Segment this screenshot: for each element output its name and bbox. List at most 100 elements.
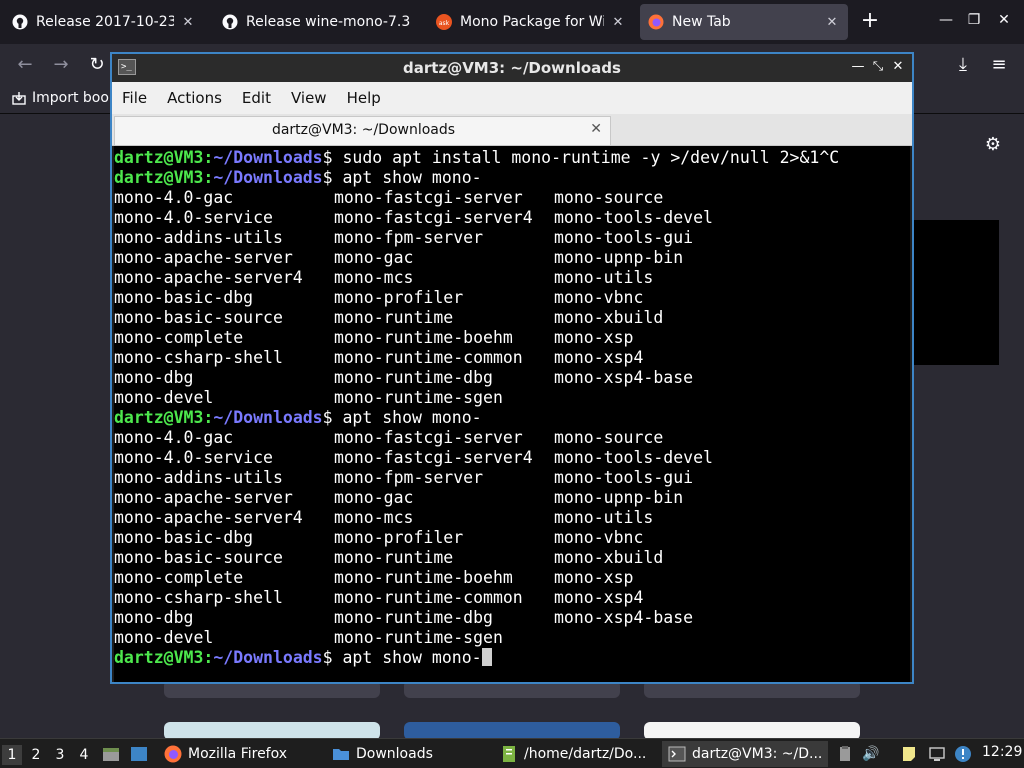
completion-item: mono-runtime xyxy=(334,548,454,567)
completion-item xyxy=(554,388,910,408)
completion-item: mono-utils xyxy=(554,268,654,287)
close-icon[interactable]: ✕ xyxy=(994,12,1014,28)
prompt-user: dartz@VM3: xyxy=(114,168,214,187)
prompt-line: dartz@VM3:~/Downloads$ apt show mono- xyxy=(114,648,910,668)
close-tab-icon[interactable]: ✕ xyxy=(180,15,196,30)
workspace-2[interactable]: 2 xyxy=(26,745,46,765)
tab-title: New Tab xyxy=(672,14,731,30)
completion-item: mono-runtime-dbg xyxy=(334,368,493,387)
completion-row: mono-basic-dbg mono-profiler mono-vbnc xyxy=(114,528,910,548)
completion-item: mono-mcs xyxy=(334,268,414,287)
command-text: apt show mono- xyxy=(332,168,482,187)
forward-icon[interactable]: → xyxy=(50,54,72,76)
menu-icon[interactable]: ≡ xyxy=(988,54,1010,76)
completion-item: mono-basic-source xyxy=(114,308,283,327)
files-launcher-icon[interactable] xyxy=(102,745,120,763)
notes-icon[interactable] xyxy=(900,745,918,763)
minimize-icon[interactable]: — xyxy=(936,12,956,28)
prompt-user: dartz@VM3: xyxy=(114,148,214,167)
completion-item: mono-xsp xyxy=(554,328,634,347)
completion-item: mono-basic-dbg xyxy=(114,528,254,547)
browser-tab-2[interactable]: Release wine-mono-7.3 xyxy=(214,4,424,40)
completion-item: mono-fastcgi-server4 xyxy=(334,448,533,467)
task-downloads[interactable]: Downloads xyxy=(326,741,492,767)
terminal-tab[interactable]: dartz@VM3: ~/Downloads ✕ xyxy=(114,116,611,145)
completion-item: mono-source xyxy=(554,188,664,207)
menu-actions[interactable]: Actions xyxy=(167,89,222,107)
menu-edit[interactable]: Edit xyxy=(242,89,271,107)
close-tab-icon[interactable]: ✕ xyxy=(610,15,626,30)
terminal-titlebar[interactable]: >_ dartz@VM3: ~/Downloads — ⤡ ✕ xyxy=(112,54,912,82)
svg-text:ask: ask xyxy=(439,20,450,27)
completion-item: mono-basic-source xyxy=(114,548,283,567)
completion-item: mono-fpm-server xyxy=(334,228,484,247)
maximize-icon[interactable]: ⤡ xyxy=(870,59,886,74)
completion-row: mono-4.0-service mono-fastcgi-server4 mono… xyxy=(114,208,910,228)
browser-tab-4[interactable]: New Tab ✕ xyxy=(640,4,848,40)
terminal-output[interactable]: dartz@VM3:~/Downloads$ sudo apt install … xyxy=(114,146,910,682)
github-icon xyxy=(12,14,28,30)
prompt-symbol: $ xyxy=(322,408,333,427)
completion-item: mono-profiler xyxy=(334,528,464,547)
browser-tab-3[interactable]: ask Mono Package for Wine ✕ xyxy=(428,4,634,40)
completion-item: mono-tools-gui xyxy=(554,228,694,247)
prompt-user: dartz@VM3: xyxy=(114,408,214,427)
taskbar: 1 2 3 4 Mozilla Firefox Downloads /home/… xyxy=(0,738,1024,768)
browser-tab-strip: Release 2017-10-23 · K ✕ Release wine-mo… xyxy=(0,0,1024,44)
import-bookmarks-button[interactable]: Import book xyxy=(12,90,117,106)
network-icon[interactable] xyxy=(928,745,946,763)
show-desktop-icon[interactable] xyxy=(130,745,148,763)
back-icon[interactable]: ← xyxy=(14,54,36,76)
completion-item: mono-fastcgi-server4 xyxy=(334,208,533,227)
updates-icon[interactable] xyxy=(954,745,972,763)
workspace-3[interactable]: 3 xyxy=(50,745,70,765)
command-text: sudo apt install mono-runtime -y >/dev/n… xyxy=(332,148,840,167)
completion-item: mono-4.0-gac xyxy=(114,188,234,207)
task-terminal[interactable]: dartz@VM3: ~/D... xyxy=(662,741,828,767)
tab-title: Release 2017-10-23 · K xyxy=(36,14,174,30)
clipboard-icon[interactable] xyxy=(836,745,854,763)
close-tab-icon[interactable]: ✕ xyxy=(590,121,602,137)
volume-icon[interactable]: 🔊 xyxy=(862,745,880,763)
prompt-symbol: $ xyxy=(322,168,333,187)
completion-item: mono-4.0-gac xyxy=(114,428,234,447)
downloads-icon[interactable]: ⤓ xyxy=(952,54,974,76)
ask-icon: ask xyxy=(436,14,452,30)
import-bookmarks-label: Import book xyxy=(32,90,118,106)
completion-item: mono-mcs xyxy=(334,508,414,527)
menu-file[interactable]: File xyxy=(122,89,147,107)
task-label: Downloads xyxy=(356,746,433,762)
completion-item: mono-fastcgi-server xyxy=(334,188,523,207)
menu-view[interactable]: View xyxy=(291,89,327,107)
minimize-icon[interactable]: — xyxy=(850,59,866,74)
command-text: apt show mono- xyxy=(332,408,482,427)
new-tab-button[interactable]: + xyxy=(858,10,882,34)
completion-row: mono-apache-server mono-gac mono-upnp-bin xyxy=(114,248,910,268)
workspace-1[interactable]: 1 xyxy=(2,745,22,765)
completion-row: mono-addins-utils mono-fpm-server mono-too… xyxy=(114,468,910,488)
task-text-editor[interactable]: /home/dartz/Do... xyxy=(494,741,660,767)
browser-tab-1[interactable]: Release 2017-10-23 · K ✕ xyxy=(4,4,204,40)
close-icon[interactable]: ✕ xyxy=(890,59,906,74)
completion-item: mono-source xyxy=(554,428,664,447)
prompt-line: dartz@VM3:~/Downloads$ sudo apt install … xyxy=(114,148,910,168)
menu-help[interactable]: Help xyxy=(347,89,381,107)
completion-item: mono-runtime-common xyxy=(334,588,523,607)
command-text: apt show mono- xyxy=(332,648,482,667)
prompt-path: ~/Downloads xyxy=(213,148,323,167)
completion-row: mono-basic-dbg mono-profiler mono-vbnc xyxy=(114,288,910,308)
completion-row: mono-4.0-gac mono-fastcgi-server mono-sour… xyxy=(114,428,910,448)
restore-icon[interactable]: ❐ xyxy=(964,12,984,28)
completion-item: mono-apache-server4 xyxy=(114,268,303,287)
completion-item: mono-tools-gui xyxy=(554,468,694,487)
terminal-icon xyxy=(668,746,686,762)
gear-icon[interactable]: ⚙ xyxy=(983,135,1003,155)
completion-item: mono-xsp4 xyxy=(554,588,644,607)
completion-item: mono-gac xyxy=(334,488,414,507)
close-tab-icon[interactable]: ✕ xyxy=(824,15,840,30)
completion-item: mono-runtime-sgen xyxy=(334,388,503,407)
prompt-symbol: $ xyxy=(322,648,333,667)
task-firefox[interactable]: Mozilla Firefox xyxy=(158,741,324,767)
workspace-4[interactable]: 4 xyxy=(74,745,94,765)
reload-icon[interactable]: ↻ xyxy=(86,54,108,76)
